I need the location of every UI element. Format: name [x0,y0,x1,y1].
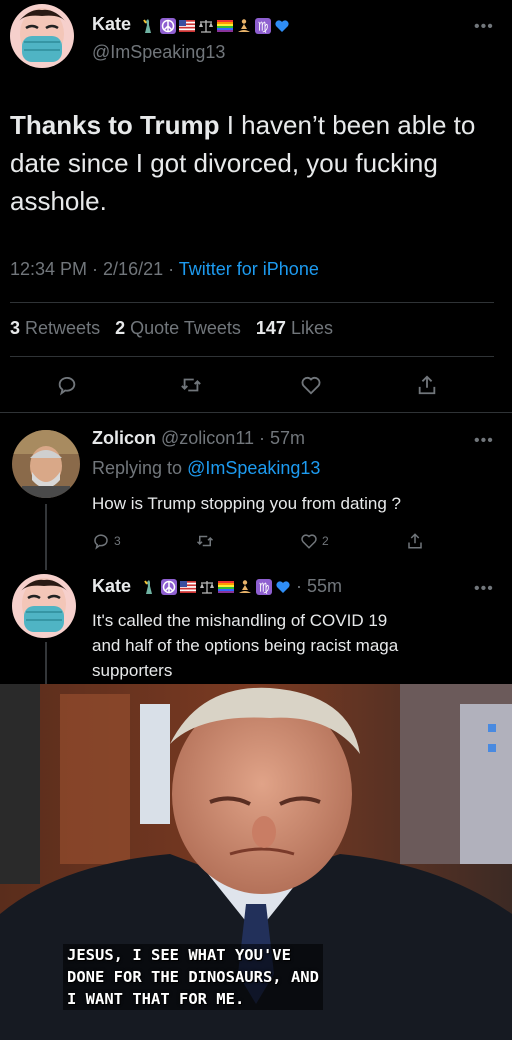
divider [0,412,512,413]
us-flag-icon [180,581,197,594]
kate-avatar[interactable] [10,4,74,68]
reply-icon[interactable] [92,532,110,550]
reply1-text: How is Trump stopping you from dating ? [92,494,401,513]
more-options-icon[interactable]: ••• [474,581,494,597]
peace-icon [161,579,178,596]
us-flag-icon [179,19,196,32]
author-emoji-set: ♍ [141,17,290,34]
author-name[interactable]: Kate [92,14,131,34]
reply2-author-name[interactable]: Kate [92,576,131,596]
divider [10,356,494,357]
retweets-stat[interactable]: 3 Retweets [10,318,100,338]
tweet-thread: Kate ♍ @ImSpeaking13 ••• Thanks to Trump… [0,0,512,684]
peace-icon [160,17,177,34]
tweet-meta: 12:34 PM · 2/16/21 · Twitter for iPhone [10,259,319,280]
kate-avatar[interactable] [12,574,76,638]
divider [10,302,494,303]
reply2-time[interactable]: · 55m [291,576,342,596]
reply1-handle[interactable]: @zolicon11 [161,428,254,448]
meme-caption: JESUS, I SEE WHAT YOU'VE DONE FOR THE DI… [63,944,323,1010]
tweet-source[interactable]: Twitter for iPhone [179,259,319,279]
reply2-text: It's called the mishandling of COVID 19 … [92,611,399,680]
tweet-text-bold: Thanks to Trump [10,110,220,140]
virgo-icon: ♍ [255,17,272,34]
blue-heart-icon [276,581,290,594]
thread-connector [45,642,47,684]
rainbow-flag-icon [218,581,235,594]
reply1-like-action[interactable]: 2 [300,532,329,550]
likes-stat[interactable]: 147 Likes [256,318,333,338]
meditation-icon [238,19,251,32]
author-emoji-set: ♍ [142,579,291,596]
author-handle[interactable]: @ImSpeaking13 [92,42,225,63]
replying-to-handle[interactable]: @ImSpeaking13 [187,458,320,478]
retweet-icon[interactable] [180,374,202,396]
retweet-icon[interactable] [196,532,214,550]
svg-text:♍: ♍ [259,581,270,595]
reply1-retweet-action[interactable] [196,532,214,550]
reply-icon[interactable] [56,374,78,396]
reply1-header: Zolicon @zolicon11 · 57m [92,428,305,449]
thread-connector [45,504,47,570]
reply2-header: Kate ♍ · 55m [92,576,342,597]
reply1-reply-action[interactable]: 3 [92,532,121,550]
quotes-stat[interactable]: 2 Quote Tweets [115,318,241,338]
svg-text:♍: ♍ [258,19,269,33]
tweet-author-row: Kate ♍ [92,14,290,35]
zolicon-avatar[interactable] [12,430,80,498]
tweet-timestamp[interactable]: 12:34 PM · 2/16/21 · [10,259,179,279]
virgo-icon: ♍ [256,579,273,596]
like-icon[interactable] [300,532,318,550]
more-options-icon[interactable]: ••• [474,433,494,449]
reply1-share-action[interactable] [406,532,424,550]
statue-of-liberty-icon [144,580,153,595]
statue-of-liberty-icon [143,18,152,33]
tweet-stats: 3 Retweets 2 Quote Tweets 147 Likes [10,318,333,339]
caption-line: DONE FOR THE DINOSAURS, AND [63,966,323,988]
scales-icon [199,19,214,33]
tweet-text: Thanks to Trump I haven’t been able to d… [10,106,500,220]
reply1-time[interactable]: · 57m [254,428,305,448]
share-icon[interactable] [416,374,438,396]
scales-icon [200,581,215,594]
blue-heart-icon [275,20,290,32]
meditation-icon [239,580,252,594]
reply1-author-name[interactable]: Zolicon [92,428,156,448]
like-icon[interactable] [300,374,322,396]
caption-line: JESUS, I SEE WHAT YOU'VE [63,944,323,966]
share-icon[interactable] [406,532,424,550]
caption-line: I WANT THAT FOR ME. [63,988,323,1010]
replying-to: Replying to @ImSpeaking13 [92,458,321,478]
rainbow-flag-icon [217,19,234,32]
more-options-icon[interactable]: ••• [474,19,494,35]
